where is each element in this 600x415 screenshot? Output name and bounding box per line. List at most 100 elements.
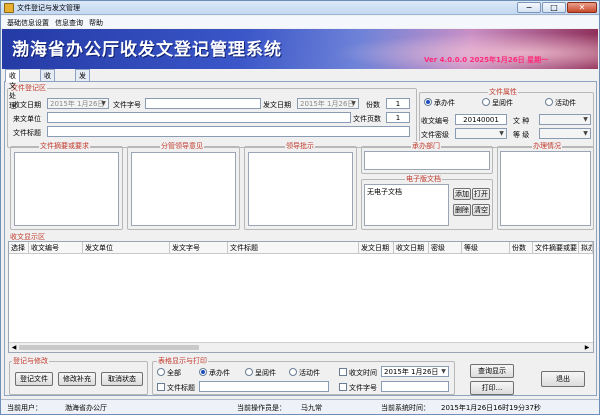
scroll-right-icon[interactable]: ▶ <box>583 344 591 351</box>
col-recv-date[interactable]: 收文日期 <box>394 242 429 254</box>
filter-undertake-radio[interactable] <box>199 368 207 376</box>
cancel-state-button[interactable]: 取消状态 <box>101 372 143 386</box>
app-icon <box>4 3 14 13</box>
add-doc-button[interactable]: 添加 <box>453 188 471 200</box>
title-bar[interactable]: 文件登记与发文管理 − □ ✕ <box>1 1 599 15</box>
radio-activity[interactable] <box>545 98 553 106</box>
filter-all-label: 全部 <box>167 369 181 377</box>
menu-help[interactable]: 帮助 <box>89 18 103 28</box>
col-opinion[interactable]: 拟办意 <box>579 242 593 254</box>
radio-undertake[interactable] <box>424 98 432 106</box>
edit-button[interactable]: 修改补充 <box>58 372 96 386</box>
query-display-button[interactable]: 查询显示 <box>470 364 514 378</box>
tab-receive-query[interactable]: 收文查询 <box>40 69 55 110</box>
filter-date-picker[interactable]: 2015年 1月26日 ▼ <box>381 366 449 377</box>
chevron-down-icon: ▼ <box>441 368 446 375</box>
col-doc-no[interactable]: 发文字号 <box>170 242 228 254</box>
received-table[interactable]: 选择 收文编号 发文单位 发文字号 文件标题 发文日期 收文日期 密级 等级 份… <box>8 241 594 353</box>
level-select[interactable]: ▼ <box>539 128 591 139</box>
title-filter-label: 文件标题 <box>167 384 195 392</box>
doc-no-filter-label: 文件字号 <box>349 384 377 392</box>
recv-date-picker[interactable]: 2015年 1月26日 ▼ <box>47 98 109 109</box>
filter-review-radio[interactable] <box>245 368 253 376</box>
recv-time-label: 收文时间 <box>349 369 377 377</box>
summary-textarea[interactable] <box>14 152 119 226</box>
col-secret[interactable]: 密级 <box>429 242 462 254</box>
status-time-label: 当前系统时间： <box>381 404 430 412</box>
doc-no-input[interactable] <box>145 98 261 109</box>
level-label: 等 级 <box>513 131 530 139</box>
col-copies[interactable]: 份数 <box>510 242 533 254</box>
col-level[interactable]: 等级 <box>462 242 510 254</box>
title-filter-input[interactable] <box>199 381 329 392</box>
lead-opinion-textarea[interactable] <box>131 152 236 226</box>
doc-no-filter-checkbox[interactable] <box>339 383 347 391</box>
col-select[interactable]: 选择 <box>9 242 29 254</box>
banner-title: 渤海省办公厅收发文登记管理系统 <box>12 40 282 60</box>
close-button[interactable]: ✕ <box>567 2 597 13</box>
filter-review-label: 呈阅件 <box>255 369 276 377</box>
instruction-textarea[interactable] <box>248 152 353 226</box>
window-title: 文件登记与发文管理 <box>17 4 80 12</box>
register-button[interactable]: 登记文件 <box>15 372 53 386</box>
instruction-label: 领导批示 <box>285 141 315 151</box>
doc-type-label: 文 种 <box>513 117 530 125</box>
summary-label: 文件摘要或要求 <box>39 141 90 151</box>
status-user-label: 当前用户： <box>7 404 42 412</box>
radio-activity-label: 活动件 <box>555 99 576 107</box>
minimize-button[interactable]: − <box>517 2 541 13</box>
filter-date-value: 2015年 1月26日 <box>384 368 439 376</box>
scroll-left-icon[interactable]: ◀ <box>10 344 18 351</box>
title-filter-checkbox[interactable] <box>157 383 165 391</box>
send-date-label: 发文日期 <box>263 101 291 109</box>
pages-input[interactable]: 1 <box>386 112 410 123</box>
col-title[interactable]: 文件标题 <box>228 242 359 254</box>
filter-all-radio[interactable] <box>157 368 165 376</box>
secret-select[interactable]: ▼ <box>455 128 507 139</box>
clear-doc-button[interactable]: 清空 <box>472 204 490 216</box>
unit-input[interactable] <box>47 112 351 123</box>
copies-input[interactable]: 1 <box>386 98 410 109</box>
exit-button[interactable]: 退出 <box>541 371 585 387</box>
col-summary[interactable]: 文件摘要或要 <box>533 242 579 254</box>
col-send-date[interactable]: 发文日期 <box>359 242 394 254</box>
scrollbar-thumb[interactable] <box>19 345 199 350</box>
table-header-row: 选择 收文编号 发文单位 发文字号 文件标题 发文日期 收文日期 密级 等级 份… <box>9 242 593 254</box>
filter-activity-radio[interactable] <box>289 368 297 376</box>
chevron-down-icon: ▼ <box>583 130 588 137</box>
doc-no-filter-input[interactable] <box>381 381 449 392</box>
menu-basic-settings[interactable]: 基础信息设置 <box>7 18 49 28</box>
menu-info-query[interactable]: 信息查询 <box>55 18 83 28</box>
recv-no-input[interactable]: 20140001 <box>455 114 507 125</box>
radio-review[interactable] <box>482 98 490 106</box>
status-operator-label: 当前操作员是： <box>237 404 286 412</box>
maximize-button[interactable]: □ <box>542 2 566 13</box>
print-group-label: 表格显示与打印 <box>157 356 208 366</box>
tab-receive[interactable]: 收文处理 <box>5 69 20 110</box>
lead-opinion-label: 分管领导意见 <box>160 141 204 151</box>
title-input[interactable] <box>47 126 410 137</box>
status-bar: 当前用户： 渤海省办公厅 当前操作员是： 马九常 当前系统时间： 2015年1月… <box>1 399 599 414</box>
doc-no-label: 文件字号 <box>113 101 141 109</box>
e-doc-label: 电子版文档 <box>405 174 442 184</box>
doc-type-select[interactable]: ▼ <box>539 114 591 125</box>
delete-doc-button[interactable]: 删除 <box>453 204 471 216</box>
status-user: 渤海省办公厅 <box>65 404 107 412</box>
tab-send-manage[interactable]: 发文登记管理 <box>75 69 90 130</box>
recv-time-checkbox[interactable] <box>339 368 347 376</box>
progress-textarea[interactable] <box>500 151 591 226</box>
open-doc-button[interactable]: 打开 <box>472 188 490 200</box>
dept-input[interactable] <box>364 151 490 170</box>
filter-undertake-label: 承办件 <box>209 369 230 377</box>
status-time: 2015年1月26日16时19分37秒 <box>441 404 541 412</box>
horizontal-scrollbar[interactable]: ◀ ▶ <box>9 342 593 352</box>
send-date-picker[interactable]: 2015年 1月26日 ▼ <box>297 98 359 109</box>
e-doc-item[interactable]: 无电子文档 <box>365 185 448 199</box>
col-recv-no[interactable]: 收文编号 <box>29 242 83 254</box>
print-button[interactable]: 打印... <box>470 381 514 395</box>
filter-activity-label: 活动件 <box>299 369 320 377</box>
banner-version: Ver 4.0.0.0 2025年1月26日 星期一 <box>424 56 549 64</box>
e-doc-list[interactable]: 无电子文档 <box>364 184 449 226</box>
col-send-unit[interactable]: 发文单位 <box>83 242 170 254</box>
register-group-label: 登记与修改 <box>12 356 49 366</box>
